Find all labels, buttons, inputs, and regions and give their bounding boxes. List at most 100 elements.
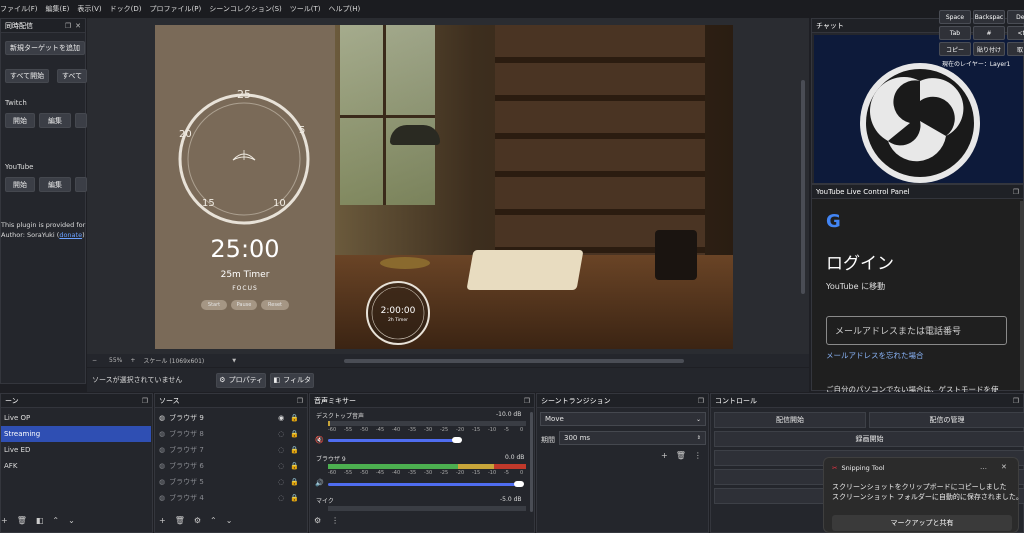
float-icon[interactable]: ❐ — [142, 397, 148, 405]
key-tab-alt[interactable]: <ta — [1007, 26, 1024, 40]
eye-icon[interactable]: ◉ — [278, 414, 284, 422]
scene-item[interactable]: AFK — [1, 458, 152, 474]
scene-item-selected[interactable]: Streaming — [1, 426, 151, 442]
float-icon[interactable]: ❐ — [65, 22, 71, 30]
volume-slider[interactable] — [328, 439, 458, 442]
timer-start-button[interactable]: Start — [201, 300, 227, 310]
scale-dropdown-icon[interactable]: ▼ — [232, 358, 236, 364]
chevron-down-icon[interactable]: ⌄ — [68, 516, 75, 525]
youtube-edit-button[interactable]: 編集 — [39, 177, 71, 192]
chevron-down-icon[interactable]: ⌄ — [226, 516, 233, 525]
add-icon[interactable]: + — [661, 451, 668, 460]
transition-select[interactable]: Move ⌄ — [540, 412, 706, 426]
filter-icon[interactable]: ◧ — [36, 516, 44, 525]
float-icon[interactable]: ❐ — [297, 397, 303, 405]
menu-help[interactable]: ヘルプ(H) — [329, 4, 361, 14]
preview-vscrollbar[interactable] — [801, 80, 805, 294]
float-icon[interactable]: ❐ — [1013, 188, 1019, 196]
stop-all-button[interactable]: すべて — [57, 69, 87, 83]
source-item[interactable]: ◍ ブラウザ 7 ◌ 🔒 — [155, 442, 307, 458]
mixer-scrollbar[interactable] — [530, 412, 533, 512]
more-icon[interactable]: ⋮ — [694, 451, 702, 460]
eye-hidden-icon[interactable]: ◌ — [278, 494, 284, 502]
eye-hidden-icon[interactable]: ◌ — [278, 462, 284, 470]
speaker-icon[interactable]: 🔊 — [315, 479, 324, 487]
close-icon[interactable]: ✕ — [1001, 463, 1007, 471]
twitch-more-button[interactable] — [75, 113, 87, 128]
speaker-muted-icon[interactable]: 🔇 — [315, 436, 324, 444]
add-target-button[interactable]: 新規ターゲットを追加 — [5, 41, 85, 55]
youtube-more-button[interactable] — [75, 177, 87, 192]
trash-icon[interactable]: 🗑 — [175, 516, 185, 525]
volume-slider[interactable] — [328, 483, 518, 486]
float-icon[interactable]: ❐ — [1013, 397, 1019, 405]
key-space[interactable]: Space — [939, 10, 971, 24]
lock-icon[interactable]: 🔒 — [290, 462, 299, 470]
source-item[interactable]: ◍ ブラウザ 6 ◌ 🔒 — [155, 458, 307, 474]
start-stream-button[interactable]: 配信開始 — [714, 412, 866, 428]
menu-file[interactable]: ファイル(F) — [0, 4, 38, 14]
key-backspace[interactable]: Backspac — [973, 10, 1005, 24]
yt-panel-scrollbar[interactable] — [1020, 201, 1024, 390]
menu-edit[interactable]: 編集(E) — [46, 4, 70, 14]
zoom-out-button[interactable]: − — [92, 357, 97, 364]
lock-icon[interactable]: 🔒 — [290, 478, 299, 486]
donate-link[interactable]: donate — [59, 231, 82, 239]
eye-hidden-icon[interactable]: ◌ — [278, 478, 284, 486]
youtube-start-button[interactable]: 開始 — [5, 177, 35, 192]
key-paste[interactable]: 貼り付け — [973, 42, 1005, 56]
key-copy[interactable]: コピー — [939, 42, 971, 56]
menu-tools[interactable]: ツール(T) — [290, 4, 321, 14]
scene-item[interactable]: Live ED — [1, 442, 152, 458]
menu-dock[interactable]: ドック(D) — [110, 4, 142, 14]
start-record-button[interactable]: 録画開始 — [714, 431, 1024, 447]
float-icon[interactable]: ❐ — [524, 397, 530, 405]
lock-icon[interactable]: 🔒 — [290, 494, 299, 502]
key-delete[interactable]: Dele — [1007, 10, 1024, 24]
manage-stream-button[interactable]: 配信の管理 — [869, 412, 1024, 428]
source-item[interactable]: ◍ ブラウザ 8 ◌ 🔒 — [155, 426, 307, 442]
more-icon[interactable]: … — [980, 463, 987, 471]
chevron-up-icon[interactable]: ⌃ — [52, 516, 59, 525]
spinner-icon[interactable]: ⇕ — [697, 435, 701, 441]
timer-pause-button[interactable]: Pause — [231, 300, 257, 310]
key-tab[interactable]: Tab — [939, 26, 971, 40]
source-item[interactable]: ◍ ブラウザ 5 ◌ 🔒 — [155, 474, 307, 490]
close-icon[interactable]: ✕ — [75, 22, 81, 30]
preview-canvas[interactable]: 25 5 10 15 20 25:00 25m Timer FOCUS Star… — [155, 25, 733, 349]
trash-icon[interactable]: 🗑 — [17, 516, 27, 525]
menu-profile[interactable]: プロファイル(P) — [150, 4, 202, 14]
menu-view[interactable]: 表示(V) — [77, 4, 101, 14]
volume-knob[interactable] — [514, 481, 524, 487]
key-hash[interactable]: # — [973, 26, 1005, 40]
trash-icon[interactable]: 🗑 — [676, 451, 686, 460]
add-icon[interactable]: + — [159, 516, 166, 525]
email-field[interactable]: メールアドレスまたは電話番号 — [826, 316, 1007, 345]
preview-hscrollbar[interactable] — [344, 358, 685, 363]
source-item[interactable]: ◍ ブラウザ 4 ◌ 🔒 — [155, 490, 307, 506]
gear-icon[interactable]: ⚙ — [194, 516, 201, 525]
twitch-start-button[interactable]: 開始 — [5, 113, 35, 128]
gear-icon[interactable]: ⚙ — [314, 516, 321, 525]
lock-icon[interactable]: 🔒 — [290, 430, 299, 438]
lock-icon[interactable]: 🔒 — [290, 414, 299, 422]
timer-reset-button[interactable]: Reset — [261, 300, 289, 310]
eye-hidden-icon[interactable]: ◌ — [278, 446, 284, 454]
more-icon[interactable]: ⋮ — [331, 516, 339, 525]
source-item[interactable]: ◍ ブラウザ 9 ◉ 🔒 — [155, 410, 307, 426]
float-icon[interactable]: ❐ — [698, 397, 704, 405]
eye-hidden-icon[interactable]: ◌ — [278, 430, 284, 438]
duration-input[interactable]: 300 ms ⇕ — [559, 431, 706, 445]
add-icon[interactable]: + — [1, 516, 8, 525]
lock-icon[interactable]: 🔒 — [290, 446, 299, 454]
markup-share-button[interactable]: マークアップと共有 — [832, 515, 1012, 531]
properties-button[interactable]: ⚙ プロパティ — [216, 372, 267, 388]
scene-item[interactable]: Live OP — [1, 410, 152, 426]
key-cut[interactable]: 取り — [1007, 42, 1024, 56]
twitch-edit-button[interactable]: 編集 — [39, 113, 71, 128]
menu-scene-collection[interactable]: シーンコレクション(S) — [209, 4, 282, 14]
zoom-in-button[interactable]: + — [130, 357, 135, 364]
volume-knob[interactable] — [452, 437, 462, 443]
forgot-email-link[interactable]: メールアドレスを忘れた場合 — [826, 350, 924, 361]
chevron-up-icon[interactable]: ⌃ — [210, 516, 217, 525]
